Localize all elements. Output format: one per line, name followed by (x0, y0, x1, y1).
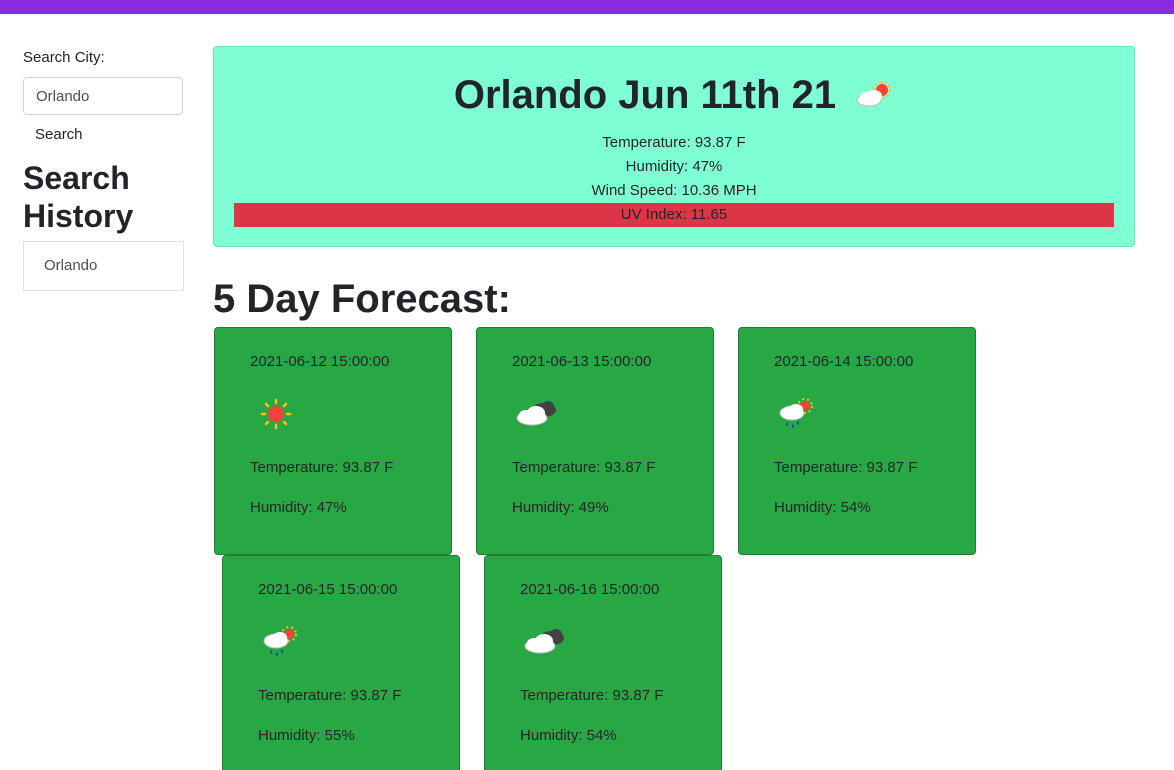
sun-rain-icon (263, 626, 297, 656)
forecast-card: 2021-06-12 15:00:00 Temperature: 93.87 F… (214, 327, 452, 555)
current-weather-panel: Orlando Jun 11th 21 Temperature: 93.87 F… (213, 46, 1135, 247)
city-date-heading: Orlando Jun 11th 21 (453, 72, 837, 117)
current-stats: Temperature: 93.87 F Humidity: 47% Wind … (214, 131, 1134, 227)
uv-index-badge: UV Index: 11.65 (234, 203, 1114, 227)
clouds-icon (516, 401, 556, 426)
forecast-date: 2021-06-16 15:00:00 (520, 581, 660, 598)
forecast-temperature: Temperature: 93.87 F (258, 687, 402, 704)
forecast-date: 2021-06-13 15:00:00 (512, 353, 652, 370)
forecast-card: 2021-06-13 15:00:00 Temperature: 93.87 F… (476, 327, 714, 555)
forecast-card: 2021-06-16 15:00:00 Temperature: 93.87 F… (484, 555, 722, 770)
clouds-icon (524, 629, 564, 654)
forecast-temperature: Temperature: 93.87 F (250, 459, 394, 476)
forecast-date: 2021-06-12 15:00:00 (250, 353, 390, 370)
current-humidity: Humidity: 47% (625, 158, 723, 175)
forecast-humidity: Humidity: 54% (774, 499, 871, 516)
forecast-card: 2021-06-14 15:00:00 Temperature: 93.87 F… (738, 327, 976, 555)
forecast-date: 2021-06-15 15:00:00 (258, 581, 398, 598)
search-history-list: Orlando (23, 241, 184, 291)
search-history-title: Search History (23, 160, 134, 234)
history-item[interactable]: Orlando (23, 241, 184, 291)
forecast-temperature: Temperature: 93.87 F (512, 459, 656, 476)
search-city-label: Search City: (23, 49, 105, 66)
forecast-temperature: Temperature: 93.87 F (520, 687, 664, 704)
forecast-temperature: Temperature: 93.87 F (774, 459, 918, 476)
forecast-title: 5 Day Forecast: (213, 277, 511, 321)
sidebar: Search City: Search Search History Orlan… (23, 48, 184, 291)
search-button[interactable]: Search (23, 122, 95, 147)
forecast-humidity: Humidity: 54% (520, 727, 617, 744)
forecast-humidity: Humidity: 49% (512, 499, 609, 516)
current-weather-title: Orlando Jun 11th 21 (214, 71, 1134, 119)
current-wind-speed: Wind Speed: 10.36 MPH (591, 182, 757, 199)
forecast-humidity: Humidity: 47% (250, 499, 347, 516)
forecast-date: 2021-06-14 15:00:00 (774, 353, 914, 370)
sun-icon (260, 398, 292, 430)
forecast-humidity: Humidity: 55% (258, 727, 355, 744)
partly-cloudy-icon (856, 81, 892, 107)
current-temperature: Temperature: 93.87 F (602, 134, 746, 151)
top-bar (0, 0, 1174, 14)
forecast-card: 2021-06-15 15:00:00 Temperature: 93.87 F… (222, 555, 460, 770)
sun-rain-icon (779, 398, 813, 428)
search-city-input[interactable] (23, 77, 183, 115)
